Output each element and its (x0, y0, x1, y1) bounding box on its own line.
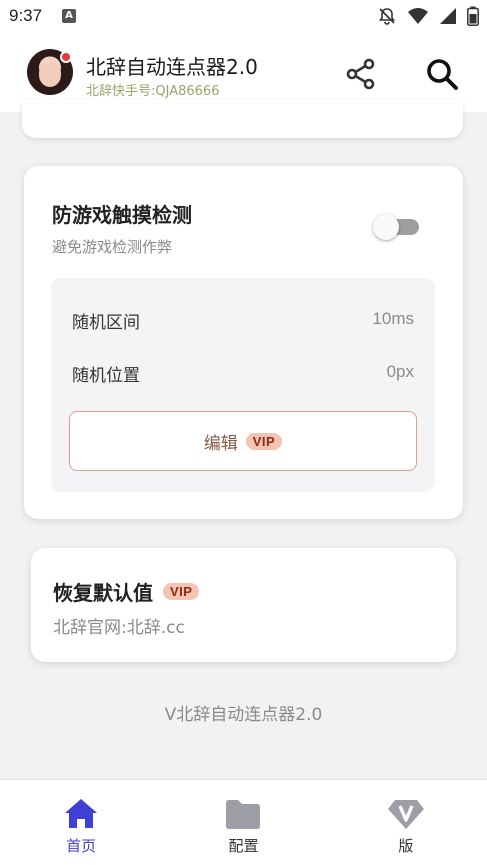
reset-title: 恢复默认值 (53, 581, 153, 605)
app-title: 北辞自动连点器2.0 (86, 55, 258, 79)
vip-badge: VIP (163, 583, 200, 600)
app-notification-icon: A (62, 9, 76, 23)
battery-icon (467, 6, 479, 26)
toggle-knob (373, 214, 399, 240)
status-time: 9:37 (9, 6, 43, 25)
diamond-v-icon (387, 800, 424, 829)
mute-bell-icon (378, 8, 396, 25)
random-interval-label: 随机区间 (72, 313, 140, 333)
anti-detect-toggle[interactable] (373, 214, 419, 240)
random-position-label: 随机位置 (72, 366, 140, 386)
vip-badge: VIP (245, 432, 283, 450)
wifi-icon (408, 8, 428, 24)
nav-label-version: 版 (398, 837, 414, 855)
edit-button-label: 编辑 (203, 433, 238, 454)
share-icon[interactable] (344, 57, 378, 91)
anti-detect-description: 避免游戏检测作弊 (52, 238, 173, 256)
notification-dot (60, 51, 72, 63)
home-icon (65, 799, 98, 828)
nav-item-version[interactable]: 版 (325, 780, 487, 865)
version-text: V北辞自动连点器2.0 (164, 705, 323, 725)
folder-icon (226, 800, 261, 829)
previous-card (22, 100, 463, 138)
nav-label-config: 配置 (228, 837, 259, 855)
nav-item-config[interactable]: 配置 (162, 780, 324, 865)
reset-title-row: 恢复默认值 VIP (53, 577, 200, 606)
bottom-nav: 首页 配置 版 (0, 779, 487, 865)
app-subtitle: 北辞快手号:QJA86666 (86, 84, 220, 99)
signal-icon (440, 8, 456, 24)
search-icon[interactable] (425, 57, 459, 91)
reset-defaults-card[interactable]: 恢复默认值 VIP 北辞官网:北辞.cc (31, 548, 456, 662)
anti-detect-title: 防游戏触摸检测 (52, 203, 192, 227)
reset-subtitle: 北辞官网:北辞.cc (53, 618, 185, 638)
status-icons (377, 6, 479, 26)
random-interval-value: 10ms (372, 309, 414, 328)
random-position-value: 0px (386, 362, 414, 381)
nav-label-home: 首页 (66, 837, 97, 855)
edit-button[interactable]: 编辑 VIP (69, 411, 417, 471)
anti-detect-card: 防游戏触摸检测 避免游戏检测作弊 随机区间 10ms 随机位置 0px 编辑 V… (24, 166, 463, 519)
nav-item-home[interactable]: 首页 (0, 780, 162, 865)
status-bar: 9:37 A (0, 0, 487, 32)
settings-box: 随机区间 10ms 随机位置 0px 编辑 VIP (51, 278, 435, 492)
